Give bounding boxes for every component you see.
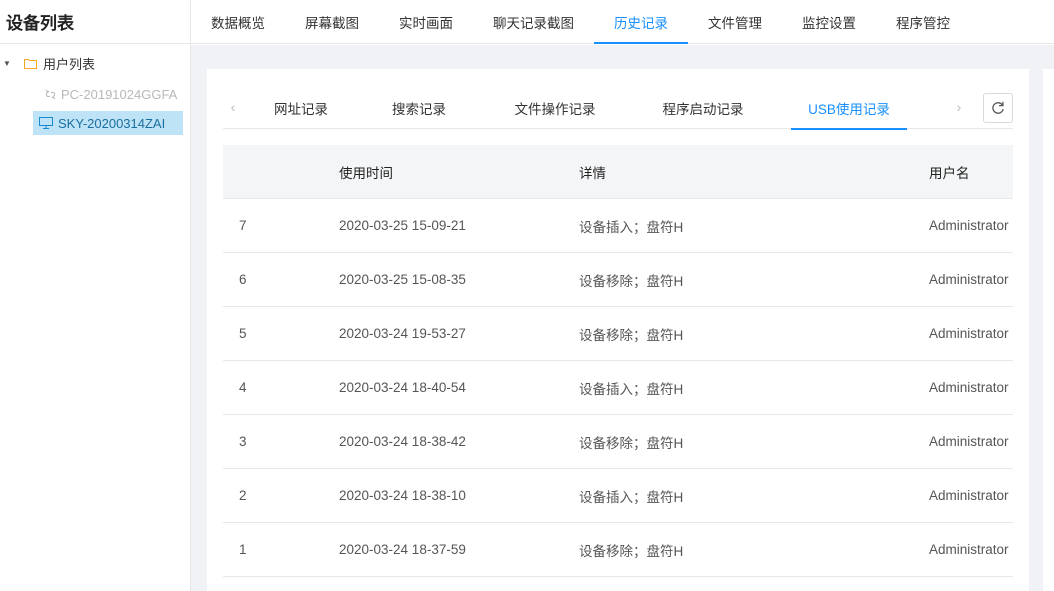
chevron-left-icon: ‹ <box>230 99 236 115</box>
tab-label: 文件管理 <box>708 15 762 31</box>
subtab-prev-button[interactable]: ‹ <box>223 87 243 127</box>
subtab-label: 网址记录 <box>274 102 328 117</box>
tab-label: 程序管控 <box>896 15 950 31</box>
tab-label: 屏幕截图 <box>305 15 359 31</box>
cell-time: 2020-03-24 18-40-54 <box>339 380 466 395</box>
tab-program-control[interactable]: 程序管控 <box>876 0 970 43</box>
unlink-icon <box>45 89 56 99</box>
monitor-icon <box>39 117 53 129</box>
subtab-program-start-records[interactable]: 程序启动记录 <box>658 87 748 129</box>
chevron-right-icon: › <box>956 99 962 115</box>
subtab-usb-records[interactable]: USB使用记录 <box>791 87 907 130</box>
cell-user: Administrator <box>929 272 1009 287</box>
tab-label: 监控设置 <box>802 15 856 31</box>
header-detail: 详情 <box>579 165 606 181</box>
cell-time: 2020-03-24 18-38-42 <box>339 434 466 449</box>
folder-icon <box>24 58 37 69</box>
cell-user: Administrator <box>929 488 1009 503</box>
cell-time: 2020-03-24 18-37-59 <box>339 542 466 557</box>
cell-index: 6 <box>239 272 247 287</box>
cell-index: 2 <box>239 488 247 503</box>
header-user: 用户名 <box>929 165 970 181</box>
top-nav: 数据概览 屏幕截图 实时画面 聊天记录截图 历史记录 文件管理 监控设置 程序管… <box>191 0 1054 44</box>
subtab-next-button[interactable]: › <box>949 87 969 127</box>
device-item-selected[interactable]: SKY-20200314ZAI <box>33 111 183 135</box>
cell-user: Administrator <box>929 542 1009 557</box>
table-row: 6 2020-03-25 15-08-35 设备移除；盘符H Administr… <box>223 253 1013 307</box>
sidebar-title: 设备列表 <box>6 14 74 33</box>
refresh-button[interactable] <box>983 93 1013 123</box>
device-name: SKY-20200314ZAI <box>58 115 166 131</box>
sidebar-header: 设备列表 <box>0 0 190 44</box>
cell-time: 2020-03-25 15-08-35 <box>339 272 466 287</box>
tab-label: 数据概览 <box>211 15 265 31</box>
header-time: 使用时间 <box>339 165 393 181</box>
history-subtabs: ‹ 网址记录 搜索记录 文件操作记录 程序启动记录 USB使用记录 › <box>223 87 1013 130</box>
caret-down-icon[interactable]: ▼ <box>2 58 12 68</box>
cell-index: 4 <box>239 380 247 395</box>
cell-detail: 设备插入；盘符H <box>579 489 684 505</box>
subtab-search-records[interactable]: 搜索记录 <box>389 87 449 129</box>
subtab-label: 程序启动记录 <box>662 102 744 117</box>
history-panel: ‹ 网址记录 搜索记录 文件操作记录 程序启动记录 USB使用记录 › 使用时间… <box>207 69 1029 591</box>
cell-index: 5 <box>239 326 247 341</box>
table-row: 1 2020-03-24 18-37-59 设备移除；盘符H Administr… <box>223 523 1013 577</box>
tab-chat-screenshots[interactable]: 聊天记录截图 <box>473 0 594 43</box>
device-tree: ▼ 用户列表 PC-20191024GGFA SKY-20200314ZAI <box>0 44 190 135</box>
cell-detail: 设备插入；盘符H <box>579 381 684 397</box>
cell-detail: 设备移除；盘符H <box>579 273 684 289</box>
cell-detail: 设备移除；盘符H <box>579 543 684 559</box>
device-name: PC-20191024GGFA <box>61 86 178 102</box>
cell-time: 2020-03-25 15-09-21 <box>339 218 466 233</box>
table-row: 4 2020-03-24 18-40-54 设备插入；盘符H Administr… <box>223 361 1013 415</box>
tab-screenshots[interactable]: 屏幕截图 <box>285 0 379 43</box>
tab-live-view[interactable]: 实时画面 <box>379 0 473 43</box>
table-row: 2 2020-03-24 18-38-10 设备插入；盘符H Administr… <box>223 469 1013 523</box>
tab-history[interactable]: 历史记录 <box>594 0 688 44</box>
refresh-icon <box>992 101 1004 114</box>
subtab-label: 搜索记录 <box>392 102 446 117</box>
tab-file-management[interactable]: 文件管理 <box>688 0 782 43</box>
cell-user: Administrator <box>929 326 1009 341</box>
content-area: ‹ 网址记录 搜索记录 文件操作记录 程序启动记录 USB使用记录 › 使用时间… <box>191 45 1054 591</box>
tab-data-overview[interactable]: 数据概览 <box>191 0 285 43</box>
usb-records-table: 使用时间 详情 用户名 7 2020-03-25 15-09-21 设备插入；盘… <box>223 145 1013 577</box>
cell-detail: 设备移除；盘符H <box>579 435 684 451</box>
cell-index: 1 <box>239 542 247 557</box>
table-row: 7 2020-03-25 15-09-21 设备插入；盘符H Administr… <box>223 199 1013 253</box>
tab-label: 实时画面 <box>399 15 453 31</box>
table-row: 5 2020-03-24 19-53-27 设备移除；盘符H Administr… <box>223 307 1013 361</box>
subtab-url-records[interactable]: 网址记录 <box>271 87 331 129</box>
tree-root-user-list[interactable]: ▼ 用户列表 <box>0 52 190 74</box>
tab-label: 聊天记录截图 <box>493 15 574 31</box>
tree-root-label: 用户列表 <box>43 56 96 72</box>
tab-monitor-settings[interactable]: 监控设置 <box>782 0 876 43</box>
cell-detail: 设备插入；盘符H <box>579 219 684 235</box>
cell-detail: 设备移除；盘符H <box>579 327 684 343</box>
subtab-label: USB使用记录 <box>808 102 890 117</box>
cell-time: 2020-03-24 19-53-27 <box>339 326 466 341</box>
right-panel <box>1043 69 1054 591</box>
cell-time: 2020-03-24 18-38-10 <box>339 488 466 503</box>
cell-index: 3 <box>239 434 247 449</box>
cell-user: Administrator <box>929 218 1009 233</box>
table-header: 使用时间 详情 用户名 <box>223 145 1013 199</box>
cell-index: 7 <box>239 218 247 233</box>
cell-user: Administrator <box>929 434 1009 449</box>
subtab-label: 文件操作记录 <box>514 102 596 117</box>
subtab-file-operation-records[interactable]: 文件操作记录 <box>510 87 600 129</box>
cell-user: Administrator <box>929 380 1009 395</box>
tab-label: 历史记录 <box>614 15 668 31</box>
table-row: 3 2020-03-24 18-38-42 设备移除；盘符H Administr… <box>223 415 1013 469</box>
device-sidebar: 设备列表 ▼ 用户列表 PC-20191024GGFA SKY-20200314… <box>0 0 191 591</box>
device-item-offline[interactable]: PC-20191024GGFA <box>0 83 190 105</box>
